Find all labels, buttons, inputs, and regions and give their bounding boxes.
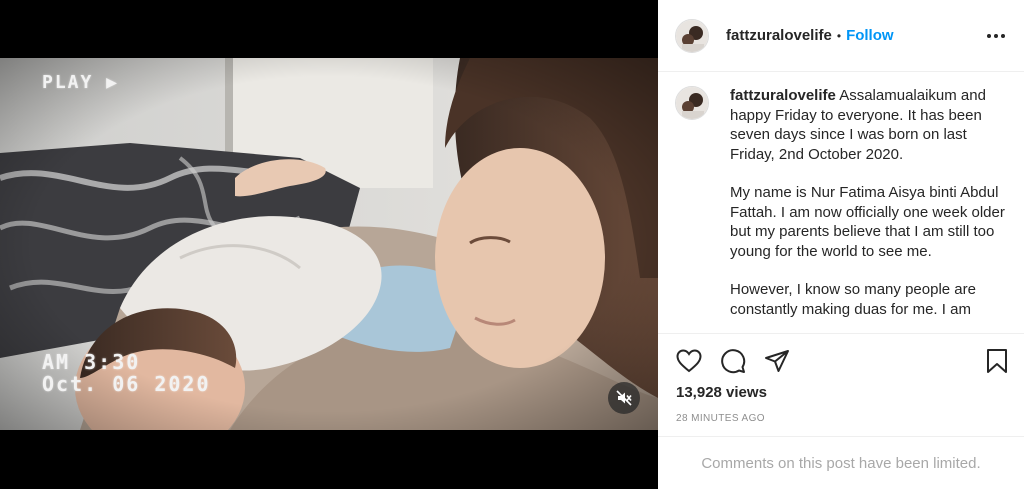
save-button[interactable] [982,346,1012,376]
share-button[interactable] [762,346,792,376]
caption-text: fattzuralovelife Assalamualaikum and hap… [730,86,1008,332]
header-username[interactable]: fattzuralovelife [726,27,832,44]
caption-paragraph-1: fattzuralovelife Assalamualaikum and hap… [730,86,1008,164]
caption-avatar-image [676,87,708,119]
heart-icon [676,349,702,373]
caption-avatar[interactable] [675,86,709,120]
muted-speaker-icon [616,390,632,406]
avatar[interactable] [675,18,709,53]
action-bar [658,344,1024,378]
separator-dot: • [836,28,842,43]
like-button[interactable] [674,346,704,376]
comment-button[interactable] [718,346,748,376]
vhs-play-overlay: PLAY ▶ [42,72,120,93]
bookmark-icon [987,349,1007,373]
comment-icon [721,349,746,374]
video-player[interactable]: PLAY ▶ AM 3:30 Oct. 06 2020 [0,58,658,430]
follow-button[interactable]: Follow [846,27,894,44]
caption-paragraph-2: My name is Nur Fatima Aisya binti Abdul … [730,184,1005,260]
more-options-icon [987,34,1005,38]
vhs-timestamp-overlay: AM 3:30 Oct. 06 2020 [42,351,211,395]
vhs-time: AM 3:30 [42,350,141,374]
caption-paragraph-3: However, I know so many people are const… [730,281,976,318]
post-media: PLAY ▶ AM 3:30 Oct. 06 2020 [0,0,658,489]
comments-limited-notice: Comments on this post have been limited. [701,455,981,472]
view-count[interactable]: 13,928 views [676,384,767,401]
mute-button[interactable] [608,382,640,414]
post-side-panel: fattzuralovelife • Follow fattzuraloveli… [658,0,1024,489]
divider [658,436,1024,437]
post-header: fattzuralovelife • Follow [658,0,1024,72]
caption-username[interactable]: fattzuralovelife [730,87,836,104]
divider [658,333,1024,334]
vhs-date: Oct. 06 2020 [42,372,211,396]
caption-area[interactable]: fattzuralovelife Assalamualaikum and hap… [658,72,1024,332]
share-icon [765,350,789,372]
more-options-button[interactable] [984,24,1008,48]
avatar-image [676,19,708,52]
caption-row: fattzuralovelife Assalamualaikum and hap… [675,86,1008,332]
post-timestamp[interactable]: 28 MINUTES AGO [676,413,765,424]
